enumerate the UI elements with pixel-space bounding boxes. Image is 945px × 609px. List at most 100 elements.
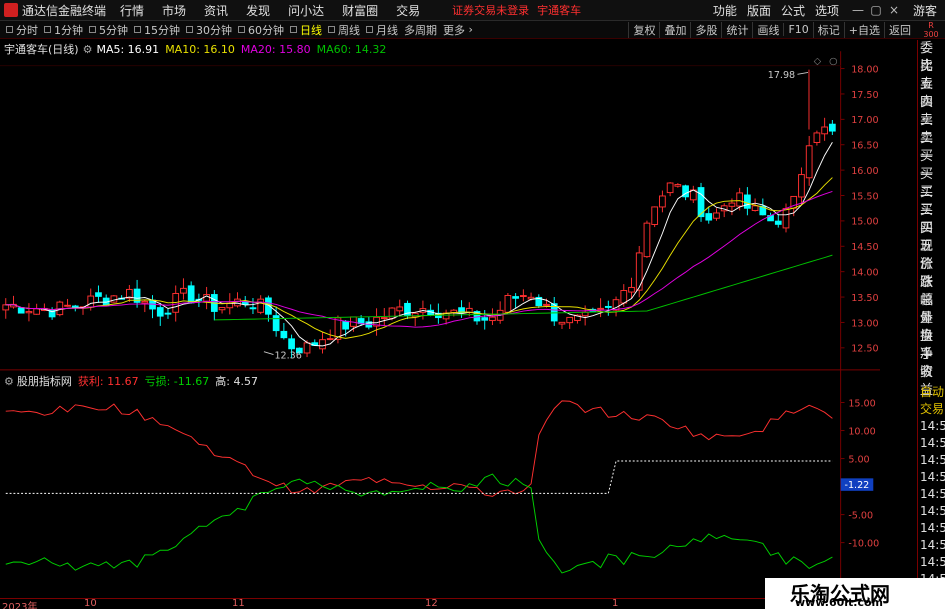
period-multi[interactable]: 多周期	[404, 22, 437, 38]
quote-field-label: 收益	[920, 365, 934, 398]
candle-body	[519, 295, 527, 297]
profit-line	[5, 400, 833, 497]
f10-button[interactable]: F10	[783, 23, 812, 36]
candle-body	[288, 338, 295, 350]
price-tick-label: 16.50	[851, 141, 878, 152]
candle-body	[713, 212, 720, 219]
multi-stock-button[interactable]: 多股	[690, 21, 721, 38]
quote-field-label: 净资	[920, 347, 934, 380]
candle-body	[751, 205, 759, 211]
checkbox-icon	[89, 26, 96, 33]
price-tick-label: 13.00	[851, 318, 878, 329]
candle-body	[257, 298, 265, 313]
trade-time: 14:56	[920, 419, 945, 433]
menu-wenxiaoda[interactable]: 问小达	[288, 2, 324, 19]
candle-body	[25, 311, 33, 314]
overlay-button[interactable]: 叠加	[659, 21, 690, 38]
kline-chart[interactable]: 18.00 17.50 17.00 16.50 16.00 15.50 15.00 14.50…	[0, 40, 880, 600]
indicator-lines	[5, 400, 833, 574]
back-button[interactable]: 返回	[884, 21, 915, 38]
quote-field-label: 买五	[920, 221, 934, 254]
trade-time: 14:56	[920, 555, 945, 569]
indicator-tick-label: 5.00	[848, 454, 869, 465]
add-watchlist-button[interactable]: +自选	[843, 21, 884, 38]
candle-body	[95, 292, 102, 297]
candle-body	[272, 315, 280, 332]
app-name: 通达信金融终端	[22, 3, 107, 18]
checkbox-icon	[328, 26, 335, 33]
minimize-icon[interactable]: —	[849, 3, 867, 17]
candle-body	[164, 312, 172, 315]
restore-icon[interactable]: ▢	[867, 3, 885, 17]
period-daily[interactable]: 日线	[290, 22, 322, 38]
menu-banmian[interactable]: 版面	[747, 2, 771, 19]
quote-field-label: 卖一	[920, 131, 934, 164]
menu-caifuquan[interactable]: 财富圈	[342, 2, 378, 19]
watermark-url: www.60lt.com	[795, 596, 884, 609]
candle-body	[180, 287, 187, 294]
app-logo-icon	[4, 3, 18, 17]
menu-zixun[interactable]: 资讯	[204, 2, 228, 19]
trade-time: 14:56	[920, 487, 945, 501]
stats-button[interactable]: 统计	[721, 21, 752, 38]
period-30min[interactable]: 30分钟	[186, 22, 232, 38]
ma20-label: MA20: 15.80	[240, 42, 311, 56]
candle-body	[218, 307, 226, 311]
period-fenshi[interactable]: 分时	[6, 22, 38, 38]
fuquan-button[interactable]: 复权	[628, 21, 659, 38]
trade-time: 14:56	[920, 504, 945, 518]
candle-body	[744, 194, 751, 209]
trade-tab[interactable]: 交易	[918, 401, 945, 418]
price-tick-label: 13.50	[851, 293, 878, 304]
stock-name-title: 宇通客车	[537, 4, 582, 17]
menu-gongneng[interactable]: 功能	[713, 2, 737, 19]
main-legend: 宇通客车(日线) ⚙ MA5: 16.91 MA10: 16.10 MA20: …	[4, 41, 386, 57]
candle-body	[234, 298, 241, 307]
menu-jiaoyi[interactable]: 交易	[396, 2, 420, 19]
trade-tab[interactable]: 自动	[918, 384, 945, 401]
period-60min[interactable]: 60分钟	[238, 22, 284, 38]
period-5min[interactable]: 5分钟	[89, 22, 128, 38]
candle-body	[303, 342, 311, 354]
guest-label[interactable]: 游客	[913, 2, 937, 19]
circle-icon[interactable]: ○	[829, 56, 837, 67]
candle-body	[141, 300, 149, 304]
candle-body	[597, 307, 604, 310]
close-icon[interactable]: ×	[885, 3, 903, 17]
candle-body	[87, 295, 95, 308]
checkbox-icon	[290, 26, 297, 33]
menu-hangqing[interactable]: 行情	[120, 2, 144, 19]
candle-body	[326, 338, 334, 341]
indicator-axis: 15.00 10.00 5.00 -5.00 -10.00	[840, 398, 879, 549]
menu-shichang[interactable]: 市场	[162, 2, 186, 19]
period-weekly[interactable]: 周线	[328, 22, 360, 38]
candle-body	[489, 316, 496, 322]
indicator-settings-icon[interactable]: ⚙	[4, 375, 14, 388]
period-1min[interactable]: 1分钟	[44, 22, 83, 38]
quote-field-label: 卖五	[920, 59, 934, 92]
ma60-label: MA60: 14.32	[316, 42, 387, 56]
candle-body	[187, 285, 195, 304]
menu-gongshi[interactable]: 公式	[781, 2, 805, 19]
price-tick-label: 15.00	[851, 217, 878, 228]
period-15min[interactable]: 15分钟	[134, 22, 180, 38]
quote-field-label: 外盘	[920, 311, 934, 344]
quote-field-label: 买一	[920, 149, 934, 182]
candle-body	[558, 321, 566, 325]
menu-faxian[interactable]: 发现	[246, 2, 270, 19]
quote-field-label: 买三	[920, 185, 934, 218]
period-monthly[interactable]: 月线	[366, 22, 398, 38]
price-tick-label: 15.50	[851, 191, 878, 202]
period-toolbar: 分时 1分钟 5分钟 15分钟 30分钟 60分钟 日线 周线 月线 多周期 更…	[0, 21, 945, 39]
menu-xuanxiang[interactable]: 选项	[815, 2, 839, 19]
period-more[interactable]: 更多 ›	[443, 22, 473, 38]
settings-gear-icon[interactable]: ⚙	[83, 43, 93, 56]
draw-line-button[interactable]: 画线	[752, 21, 783, 38]
candle-body	[674, 184, 682, 187]
chart-title: 宇通客车(日线)	[4, 43, 79, 56]
price-tick-label: 16.00	[851, 166, 878, 177]
diamond-icon[interactable]: ◇	[814, 56, 822, 67]
mark-button[interactable]: 标记	[812, 21, 844, 38]
login-warning[interactable]: 证券交易未登录	[452, 2, 529, 18]
title-bar: 通达信金融终端 行情 市场 资讯 发现 问小达 财富圈 交易 证券交易未登录 宇…	[0, 0, 945, 21]
